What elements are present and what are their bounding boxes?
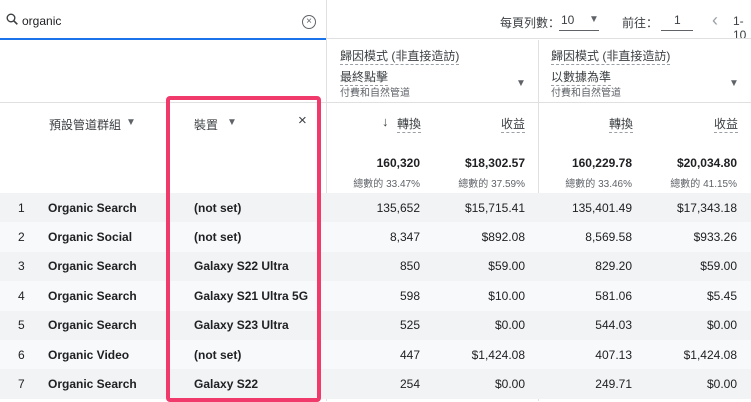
sort-arrow-down-icon: ↓ — [382, 114, 389, 129]
column-header-conversions-1[interactable]: 轉換 — [397, 115, 422, 133]
table-row[interactable]: 6 Organic Video (not set) 447 $1,424.08 407.1… — [0, 340, 751, 370]
column-header-conversions-2[interactable]: 轉換 — [609, 115, 634, 133]
row-index: 1 — [18, 200, 25, 215]
cell-conversions-1: 254 — [399, 377, 420, 392]
table-row[interactable]: 4 Organic Search Galaxy S21 Ultra 5G 598 $10… — [0, 281, 751, 311]
table-row[interactable]: 3 Organic Search Galaxy S22 Ultra 850 $59.00… — [0, 251, 751, 282]
cell-revenue-1: $0.00 — [494, 318, 525, 333]
cell-revenue-1: $59.00 — [488, 259, 525, 274]
chevron-down-icon[interactable]: ▼ — [589, 14, 599, 25]
cell-revenue-1: $892.08 — [481, 230, 525, 245]
column-header-revenue-1[interactable]: 收益 — [501, 115, 526, 133]
cell-conversions-1: 135,652 — [376, 200, 420, 215]
cell-revenue-2: $1,424.08 — [683, 347, 737, 362]
total-revenue-2: $20,034.80 — [676, 156, 737, 170]
divider — [0, 102, 751, 103]
cell-conversions-1: 447 — [399, 347, 420, 362]
total-conversions-1-pct: 總數的 33.47% — [353, 179, 420, 190]
chevron-down-icon[interactable]: ▼ — [729, 78, 739, 89]
cell-conversions-2: 407.13 — [595, 347, 632, 362]
input-underline — [661, 30, 693, 31]
total-revenue-1-pct: 總數的 37.59% — [458, 179, 525, 190]
table-row[interactable]: 2 Organic Social (not set) 8,347 $892.08 8,56… — [0, 222, 751, 252]
cell-conversions-2: 135,401.49 — [571, 200, 632, 215]
total-conversions-2-pct: 總數的 33.46% — [565, 179, 632, 190]
row-index: 7 — [18, 377, 25, 392]
attribution-title-1: 歸因模式 (非直接造訪) — [340, 49, 460, 65]
device-column-highlight — [166, 96, 321, 402]
total-revenue-2-pct: 總數的 41.15% — [670, 179, 737, 190]
cell-revenue-1: $10.00 — [488, 288, 525, 303]
attribution-sub-1: 付費和自然管道 — [340, 88, 410, 99]
row-index: 6 — [18, 347, 25, 362]
column-header-revenue-2[interactable]: 收益 — [714, 115, 739, 133]
chevron-down-icon[interactable]: ▼ — [516, 78, 526, 89]
cell-conversions-2: 581.06 — [595, 288, 632, 303]
cell-conversions-2: 829.20 — [595, 259, 632, 274]
cell-conversions-2: 544.03 — [595, 318, 632, 333]
row-index: 4 — [18, 288, 25, 303]
cell-conversions-1: 8,347 — [389, 230, 420, 245]
total-conversions-1: 160,320 — [376, 156, 420, 170]
cell-revenue-2: $59.00 — [700, 259, 737, 274]
cell-conversions-2: 8,569.58 — [585, 230, 632, 245]
row-index: 3 — [18, 259, 25, 274]
rows-per-page-label: 每頁列數： — [500, 16, 561, 30]
search-input[interactable] — [22, 12, 292, 30]
rows-per-page-select[interactable]: 10 — [561, 13, 574, 27]
cell-conversions-1: 598 — [399, 288, 420, 303]
goto-page-input[interactable]: 1 — [674, 13, 681, 27]
column-header-channel[interactable]: 預設管道群組 — [49, 116, 121, 133]
cell-revenue-1: $0.00 — [494, 377, 525, 392]
cell-revenue-2: $933.26 — [693, 230, 737, 245]
cell-revenue-1: $1,424.08 — [471, 347, 525, 362]
divider — [326, 38, 751, 39]
table-row[interactable]: 1 Organic Search (not set) 135,652 $15,715.4… — [0, 193, 751, 223]
row-index: 5 — [18, 318, 25, 333]
cell-revenue-2: $0.00 — [706, 318, 737, 333]
cell-revenue-2: $5.45 — [706, 288, 737, 303]
row-index: 2 — [18, 230, 25, 245]
clear-search-icon[interactable]: × — [302, 15, 316, 29]
cell-revenue-2: $0.00 — [706, 377, 737, 392]
goto-label: 前往： — [622, 16, 659, 30]
cell-conversions-1: 525 — [399, 318, 420, 333]
table-row[interactable]: 7 Organic Search Galaxy S22 254 $0.00 249.71 $… — [0, 369, 751, 399]
cell-conversions-1: 850 — [399, 259, 420, 274]
total-revenue-1: $18,302.57 — [464, 156, 525, 170]
total-conversions-2: 160,229.78 — [571, 156, 632, 170]
attribution-title-2: 歸因模式 (非直接造訪) — [551, 49, 671, 65]
cell-revenue-2: $17,343.18 — [676, 200, 737, 215]
table-row[interactable]: 5 Organic Search Galaxy S23 Ultra 525 $0.00 5… — [0, 310, 751, 340]
attribution-sub-2: 付費和自然管道 — [551, 88, 621, 99]
cell-revenue-1: $15,715.41 — [464, 200, 525, 215]
select-underline — [559, 30, 599, 31]
cell-conversions-2: 249.71 — [595, 377, 632, 392]
chevron-left-icon[interactable]: ‹ — [712, 10, 718, 31]
search-icon — [6, 13, 18, 25]
chevron-down-icon[interactable]: ▼ — [126, 117, 136, 128]
